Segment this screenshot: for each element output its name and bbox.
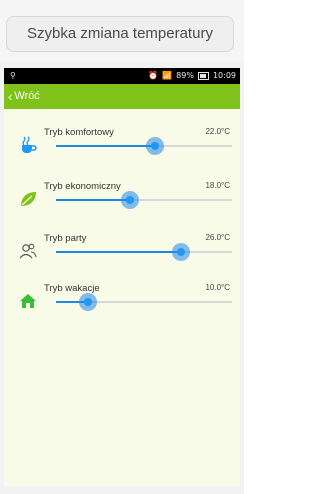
phone-screen: ⚲ ⏰ 📶 89% 10:09 ‹ Wróć Tryb komfortowy 2… bbox=[4, 68, 240, 486]
slider-thumb[interactable] bbox=[145, 137, 164, 155]
page-title: Szybka zmiana temperatury bbox=[6, 16, 234, 52]
battery-percent: 89% bbox=[176, 71, 194, 80]
back-button[interactable]: ‹ Wróć bbox=[8, 88, 40, 104]
mode-label: Tryb wakacje bbox=[44, 283, 100, 294]
mode-temp: 18.0°C bbox=[205, 181, 230, 190]
status-bar: ⚲ ⏰ 📶 89% 10:09 bbox=[4, 68, 240, 84]
back-label: Wróć bbox=[14, 90, 40, 102]
mode-label: Tryb komfortowy bbox=[44, 127, 114, 138]
clock: 10:09 bbox=[212, 71, 236, 80]
mode-row-wakacje: Tryb wakacje 10.0°C bbox=[4, 278, 240, 330]
page-frame: Szybka zmiana temperatury ⚲ ⏰ 📶 89% 10:0… bbox=[0, 0, 244, 494]
alarm-icon: ⏰ bbox=[148, 71, 159, 80]
status-icons: ⏰ 📶 89% 10:09 bbox=[148, 71, 236, 80]
slider-track[interactable] bbox=[56, 191, 232, 209]
mode-temp: 10.0°C bbox=[205, 283, 230, 292]
slider-thumb[interactable] bbox=[171, 243, 190, 261]
slider-track[interactable] bbox=[56, 293, 232, 311]
slider-fill bbox=[56, 145, 155, 147]
mode-row-party: Tryb party 26.0°C bbox=[4, 228, 240, 280]
wifi-icon: 📶 bbox=[162, 71, 173, 80]
slider-fill bbox=[56, 199, 130, 201]
mode-temp: 26.0°C bbox=[205, 233, 230, 242]
mode-row-komfortowy: Tryb komfortowy 22.0°C bbox=[4, 122, 240, 174]
slider-thumb[interactable] bbox=[78, 293, 97, 311]
people-icon bbox=[18, 241, 38, 261]
slider-track[interactable] bbox=[56, 137, 232, 155]
mode-label: Tryb ekonomiczny bbox=[44, 181, 121, 192]
mode-temp: 22.0°C bbox=[205, 127, 230, 136]
app-bar: ‹ Wróć bbox=[4, 84, 240, 109]
mode-label: Tryb party bbox=[44, 233, 87, 244]
slider-thumb[interactable] bbox=[120, 191, 139, 209]
slider-track[interactable] bbox=[56, 243, 232, 261]
mode-row-ekonomiczny: Tryb ekonomiczny 18.0°C bbox=[4, 176, 240, 228]
battery-icon bbox=[197, 71, 209, 80]
coffee-icon bbox=[18, 135, 38, 155]
usb-icon: ⚲ bbox=[10, 71, 16, 80]
leaf-icon bbox=[18, 189, 38, 209]
slider-fill bbox=[56, 251, 181, 253]
chevron-left-icon: ‹ bbox=[8, 88, 13, 104]
home-icon bbox=[18, 291, 38, 311]
header-card: Szybka zmiana temperatury bbox=[0, 0, 244, 62]
